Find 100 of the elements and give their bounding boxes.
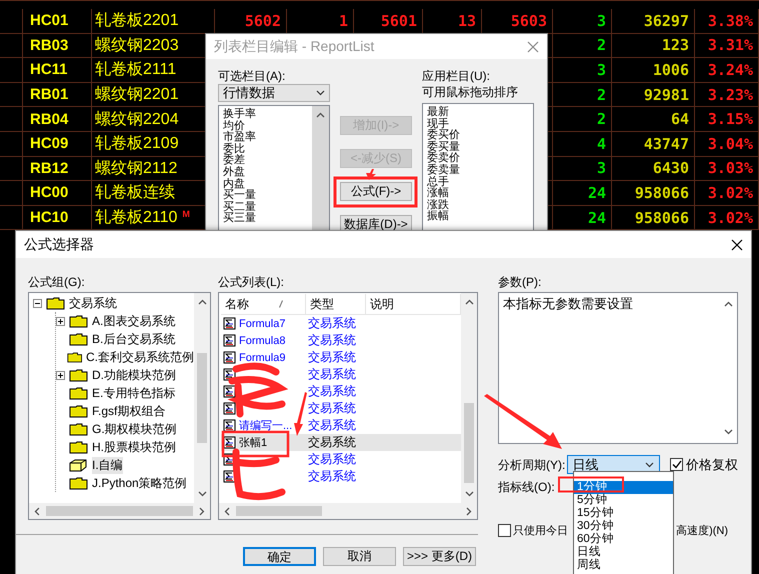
list-item[interactable]: 换手率 — [223, 109, 308, 121]
tree-item[interactable]: D.功能模块范例 — [92, 366, 176, 384]
dropdown-option[interactable]: 60分钟 — [574, 533, 673, 546]
hint-text: 可用鼠标拖动排序 — [422, 84, 519, 100]
list-item[interactable]: 总手 — [427, 176, 529, 188]
dropdown-option[interactable]: 30分钟 — [574, 520, 673, 533]
list-item[interactable]: 外盘 — [223, 166, 308, 179]
list-item[interactable]: 涨跌 — [427, 200, 529, 212]
param-box[interactable]: 本指标无参数需要设置 — [498, 292, 738, 444]
contract-code: RB03 — [23, 34, 92, 58]
formula-name: Formula8 — [239, 334, 286, 346]
table-cell: 3.02% — [708, 184, 753, 202]
table-cell: 123 — [662, 36, 689, 54]
list-item[interactable]: 委差 — [223, 155, 308, 167]
list-item[interactable]: 涨幅 — [427, 188, 529, 200]
list-item[interactable]: 委卖量 — [427, 164, 529, 177]
tree-item[interactable]: 交易系统 — [69, 294, 117, 312]
table-cell: 64 — [670, 110, 689, 128]
contract-code: RB04 — [23, 107, 92, 131]
window-title: 列表栏目编辑 - ReportList — [214, 38, 374, 56]
contract-name: 螺纹钢2204 — [95, 110, 179, 130]
contract-code: RB12 — [23, 156, 92, 180]
list-item[interactable]: 委卖价 — [427, 153, 529, 165]
formula-row[interactable]: 请编写一... 交易系统 — [221, 417, 461, 434]
tree-item[interactable]: F.gsf期权组合 — [92, 402, 166, 420]
dialog-button[interactable]: 确定 — [243, 547, 316, 566]
formula-type: 交易系统 — [308, 417, 357, 434]
formula-row[interactable]: 张幅1 交易系统 — [221, 434, 461, 451]
category-dropdown[interactable]: 行情数据 — [218, 84, 330, 102]
contract-name: 轧卷板2109 — [95, 134, 179, 154]
field-label: 应用栏目(U): — [422, 68, 491, 84]
contract-name: 螺纹钢2112 — [95, 158, 178, 179]
field-label: 公式列表(L): — [218, 274, 285, 290]
table-cell: 4 — [596, 134, 606, 153]
list-item[interactable]: 委买价 — [427, 130, 529, 142]
table-cell: 3.24% — [708, 60, 753, 79]
tree-item[interactable]: I.自编 — [92, 456, 123, 474]
formula-type: 交易系统 — [308, 400, 357, 417]
formula-row[interactable]: 交易系统 — [221, 468, 461, 485]
dropdown-option[interactable]: 5分钟 — [574, 494, 673, 507]
column-header[interactable]: 说明 — [370, 296, 394, 312]
contract-code: HC00 — [23, 181, 92, 205]
list-item[interactable]: 委比 — [223, 144, 308, 156]
table-cell: 3.02% — [708, 208, 753, 227]
formula-row[interactable]: 交易系统 — [221, 451, 461, 468]
table-cell: 43747 — [644, 134, 689, 153]
list-item[interactable]: 最新 — [427, 107, 529, 119]
dialog-button[interactable]: >>> 更多(D) — [403, 547, 476, 566]
list-item[interactable]: 买二量 — [223, 202, 308, 214]
tree-item[interactable]: E.专用特色指标 — [92, 384, 176, 402]
list-item[interactable]: 买一量 — [223, 190, 308, 202]
flag-label: M — [182, 208, 190, 219]
formula-row[interactable]: 交易系统 — [221, 383, 461, 400]
table-cell: 3.31% — [708, 36, 753, 54]
tree-item[interactable]: A.图表交易系统 — [92, 312, 176, 330]
list-item[interactable]: 市盈率 — [223, 132, 308, 144]
list-item[interactable]: 振幅 — [427, 211, 529, 223]
formula-name: 张幅1 — [239, 436, 268, 450]
table-cell: 5603 — [510, 12, 547, 30]
dropdown-option[interactable]: 日线 — [574, 546, 673, 559]
list-item[interactable]: 内盘 — [223, 178, 308, 190]
table-cell: 3 — [596, 159, 606, 178]
table-cell: 3 — [596, 60, 606, 79]
table-cell: 24 — [588, 184, 606, 202]
tree-item[interactable]: J.Python策略范例 — [92, 474, 187, 492]
dropdown-option[interactable]: 周线 — [574, 559, 673, 572]
table-cell: 3.04% — [708, 134, 753, 153]
list-item[interactable]: 买三量 — [223, 213, 308, 225]
table-cell: 3.38% — [708, 12, 753, 30]
contract-code: HC01 — [23, 9, 92, 33]
formula-type: 交易系统 — [308, 434, 357, 451]
formula-row[interactable]: Formula7 交易系统 — [221, 315, 461, 332]
formula-row[interactable]: Formula9 交易系统 — [221, 349, 461, 366]
column-header[interactable]: 名称 — [225, 296, 249, 312]
table-cell: 6430 — [652, 159, 689, 178]
formula-type: 交易系统 — [308, 383, 357, 400]
formula-name: 请编写一... — [239, 419, 292, 433]
formula-type: 交易系统 — [308, 349, 357, 366]
tree-item[interactable]: G.期权模块范例 — [92, 420, 177, 438]
table-cell: 2 — [596, 110, 606, 128]
tree-item[interactable]: C.套利交易系统范例 — [86, 348, 194, 366]
column-header[interactable]: 类型 — [310, 296, 334, 312]
formula-type: 交易系统 — [308, 451, 357, 468]
dialog-button[interactable]: 取消 — [323, 547, 396, 566]
contract-name: 轧卷板2110 — [95, 208, 178, 228]
table-cell: 958066 — [634, 184, 689, 202]
table-cell: 958066 — [634, 208, 689, 227]
table-cell: 2 — [596, 86, 606, 104]
contract-name: 轧卷板2111 — [95, 60, 176, 80]
formula-type: 交易系统 — [308, 332, 357, 349]
field-label: 分析周期(Y): — [498, 456, 566, 472]
list-item[interactable]: 委买量 — [427, 142, 529, 154]
action-button[interactable]: 公式(F)-> — [340, 182, 412, 201]
formula-row[interactable]: 交易系统 — [221, 366, 461, 383]
tree-item[interactable]: B.后台交易系统 — [92, 330, 176, 348]
tree-item[interactable]: H.股票模块范例 — [92, 438, 176, 456]
formula-type: 交易系统 — [308, 468, 357, 485]
dropdown-option[interactable]: 15分钟 — [574, 507, 673, 520]
formula-row[interactable]: Formula8 交易系统 — [221, 332, 461, 349]
formula-row[interactable]: 交易系统 — [221, 400, 461, 417]
